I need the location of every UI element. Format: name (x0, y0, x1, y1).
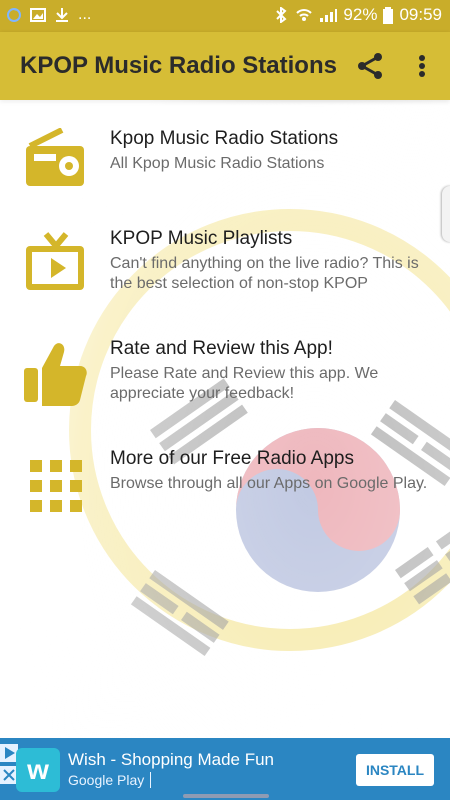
share-button[interactable] (352, 48, 388, 84)
list-item-radio-stations[interactable]: Kpop Music Radio Stations All Kpop Music… (0, 127, 450, 224)
list-item-subtitle: Please Rate and Review this app. We appr… (110, 365, 379, 402)
ad-divider (150, 772, 151, 788)
list-item-subtitle: Browse through all our Apps on Google Pl… (110, 475, 428, 492)
list-item-title: Kpop Music Radio Stations (110, 128, 339, 149)
list-item-rate-review[interactable]: Rate and Review this App! Please Rate an… (0, 338, 450, 434)
status-bar: ... 92% 09:59 (0, 0, 450, 32)
battery-percent: 92% (343, 5, 378, 24)
list-item-playlists[interactable]: KPOP Music Playlists Can't find anything… (0, 228, 450, 324)
grid-icon (20, 448, 92, 520)
list-item-subtitle: Can't find anything on the live radio? T… (110, 255, 419, 292)
ad-handle (183, 794, 269, 798)
app-title: KPOP Music Radio Stations (20, 52, 337, 79)
list-item-more-apps[interactable]: More of our Free Radio Apps Browse throu… (0, 448, 450, 544)
list-item-title: More of our Free Radio Apps (110, 448, 354, 469)
wifi-icon (296, 9, 313, 21)
share-icon (358, 53, 382, 79)
status-right: 92% 09:59 (275, 5, 442, 25)
tv-play-icon (20, 228, 92, 300)
more-dots-icon: ... (78, 6, 92, 23)
download-icon (56, 8, 68, 22)
signal-icon (320, 9, 338, 22)
radio-icon (20, 127, 92, 200)
thumbs-up-icon (20, 338, 92, 410)
ad-title: Wish - Shopping Made Fun (68, 750, 274, 769)
app-bar: KPOP Music Radio Stations (0, 32, 450, 100)
wish-logo-icon: w (16, 748, 60, 792)
sync-icon (7, 8, 21, 22)
list-item-subtitle: All Kpop Music Radio Stations (110, 155, 325, 172)
list-item-title: Rate and Review this App! (110, 338, 333, 359)
ad-banner[interactable]: w Wish - Shopping Made Fun Google Play I… (0, 738, 450, 800)
more-options-button[interactable] (410, 48, 434, 84)
more-vert-icon (419, 55, 425, 77)
status-time: 09:59 (399, 5, 442, 24)
ad-subtitle: Google Play (68, 772, 145, 788)
install-button[interactable]: INSTALL (356, 754, 434, 786)
battery-icon (383, 7, 394, 24)
bluetooth-icon (276, 7, 287, 23)
status-left: ... (6, 6, 91, 24)
list-item-title: KPOP Music Playlists (110, 228, 293, 249)
image-icon (30, 8, 46, 22)
